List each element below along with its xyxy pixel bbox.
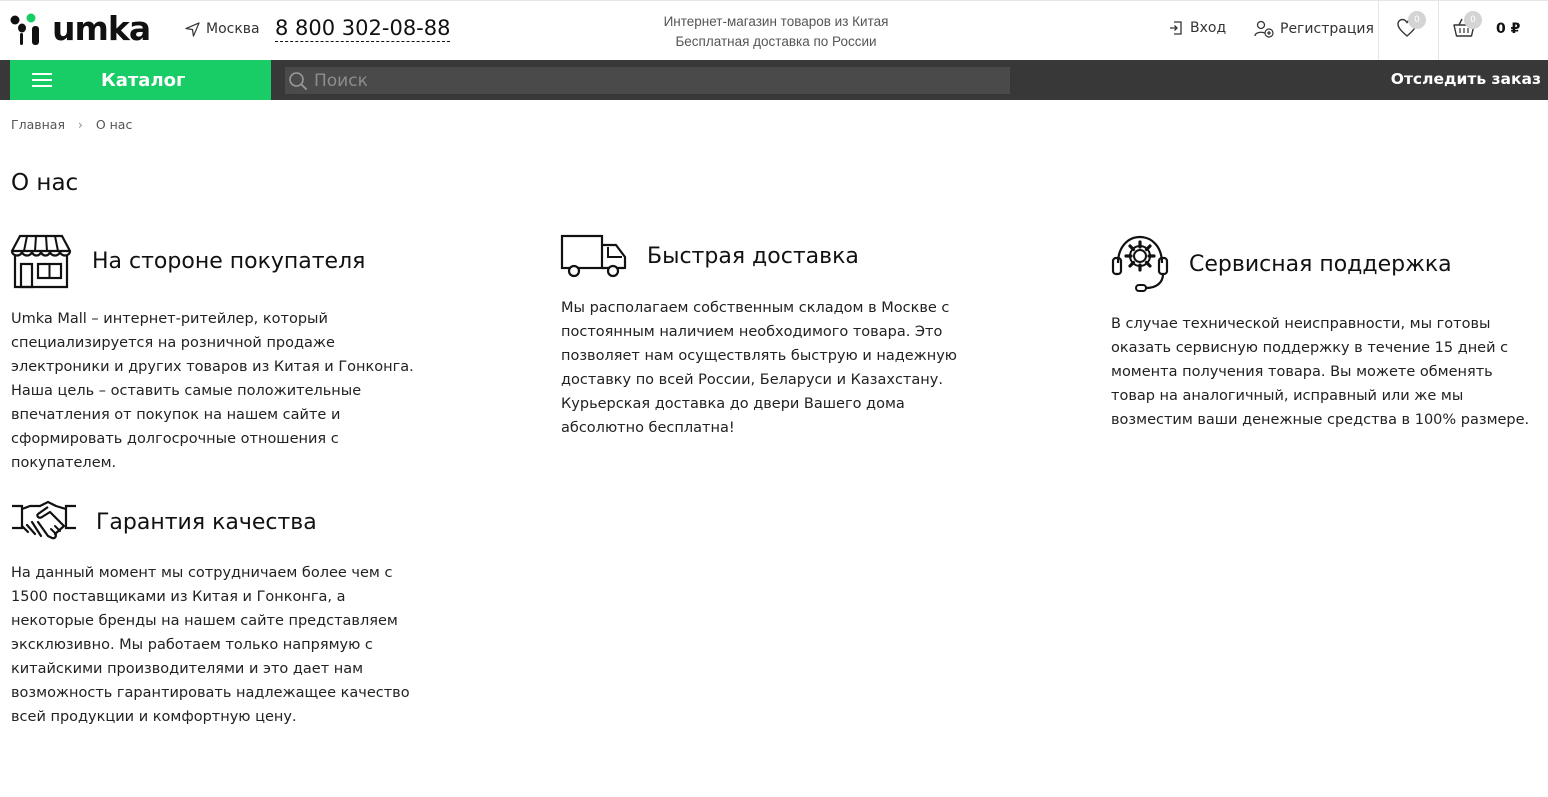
login-icon [1170,21,1182,35]
feature-support-title: Сервисная поддержка [1189,251,1452,277]
cart-sum[interactable]: 0 ₽ [1496,21,1520,37]
top-header: umka Москва 8 800 302-08-88 Интернет-маг… [0,0,1548,61]
favorites-button[interactable]: 0 [1396,11,1426,43]
city-selector[interactable]: Москва [185,21,260,37]
catalog-button[interactable]: Каталог [10,60,271,100]
search-icon[interactable] [288,71,308,91]
feature-buyer: На стороне покупателя Umka Mall – интерн… [10,233,430,471]
feature-delivery: Быстрая доставка Мы располагаем собствен… [560,233,980,436]
location-arrow-icon [185,21,200,37]
search-bar [285,67,1010,94]
feature-delivery-title: Быстрая доставка [647,243,859,269]
city-label: Москва [206,21,260,37]
breadcrumb: Главная › О нас [11,117,132,132]
breadcrumb-current: О нас [95,117,133,132]
page-title: О нас [11,170,79,196]
feature-quality: Гарантия качества На данный момент мы со… [10,498,430,725]
tagline-line2: Бесплатная доставка по России [675,34,877,49]
truck-icon [560,234,627,278]
feature-support: Сервисная поддержка В случае технической… [1110,233,1530,428]
navbar: Каталог Отследить заказ [0,60,1548,100]
login-link[interactable]: Вход [1168,20,1226,36]
menu-icon [32,73,52,87]
feature-quality-text: На данный момент мы сотрудничаем более ч… [11,565,410,725]
header-divider [1378,1,1379,61]
feature-buyer-title: На стороне покупателя [92,248,366,274]
feature-quality-title: Гарантия качества [96,509,317,535]
header-tagline: Интернет-магазин товаров из Китая Беспла… [600,12,952,52]
tagline-line1: Интернет-магазин товаров из Китая [663,14,889,29]
cart-button[interactable]: 0 [1452,11,1482,43]
login-label: Вход [1190,20,1227,36]
catalog-label: Каталог [101,69,186,91]
storefront-icon [10,234,72,289]
handshake-icon [12,500,76,540]
track-order-link[interactable]: Отследить заказ [1391,70,1541,88]
user-add-icon [1254,20,1274,38]
header-divider [1438,1,1439,61]
cart-count-badge: 0 [1464,11,1482,29]
logo-text: umka [52,9,151,48]
feature-buyer-text: Umka Mall – интернет-ритейлер, который с… [11,311,414,471]
logo[interactable]: umka [10,9,151,48]
breadcrumb-separator: › [78,117,83,132]
feature-delivery-text: Мы располагаем собственным складом в Мос… [561,300,958,436]
service-headset-icon [1111,235,1169,292]
phone-number[interactable]: 8 800 302-08-88 [275,15,451,42]
panda-logo-icon [10,13,39,45]
register-label: Регистрация [1280,21,1374,37]
breadcrumb-home[interactable]: Главная [11,117,65,132]
favorites-count-badge: 0 [1408,11,1426,29]
register-link[interactable]: Регистрация [1254,20,1374,38]
search-input[interactable] [314,70,994,91]
feature-support-text: В случае технической неисправности, мы г… [1111,316,1530,428]
